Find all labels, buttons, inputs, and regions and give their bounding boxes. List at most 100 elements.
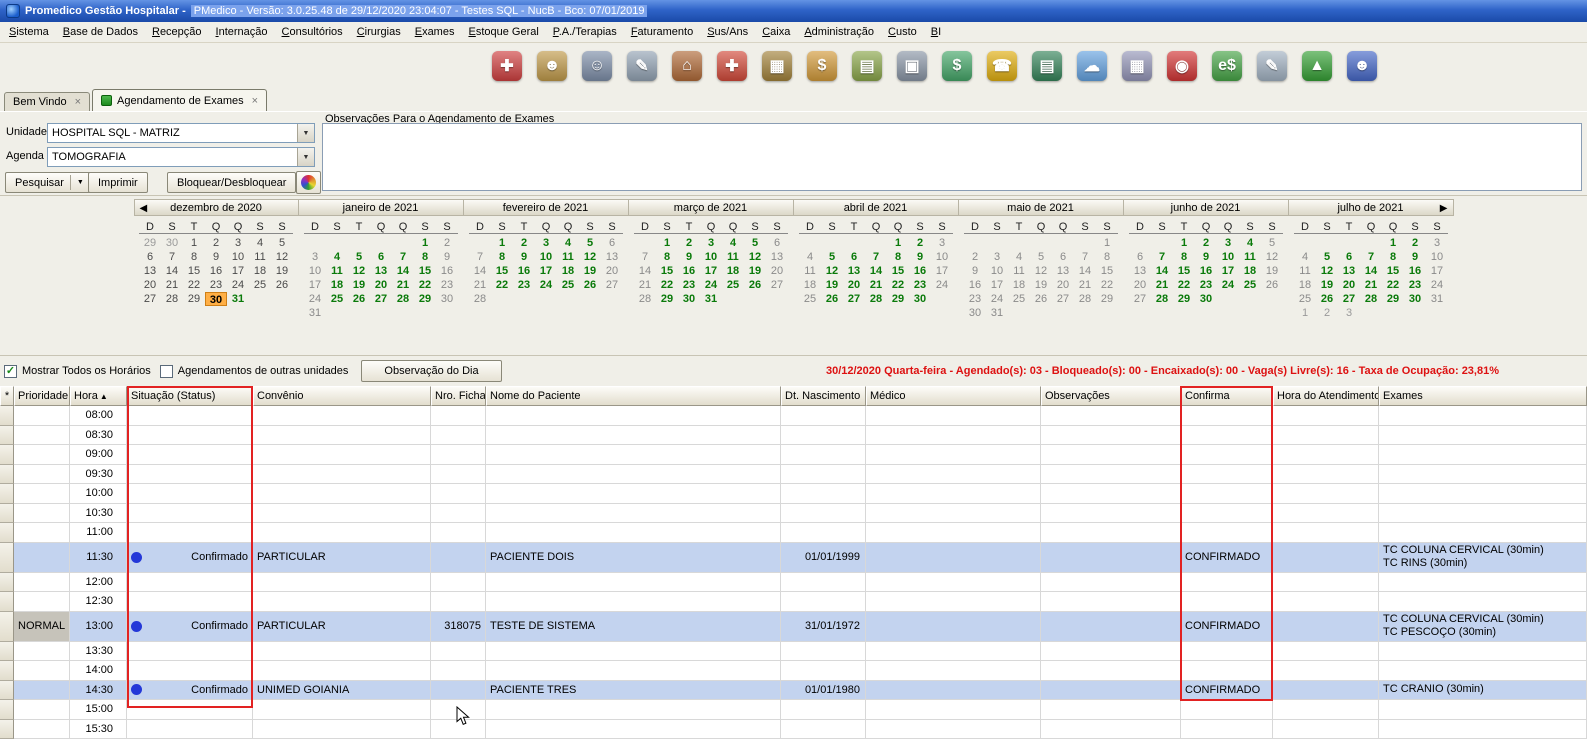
row-selector[interactable]	[0, 720, 14, 740]
calendar-day[interactable]: 4	[326, 250, 348, 264]
calendar-day[interactable]: 8	[183, 250, 205, 264]
calendar-day[interactable]: 21	[1360, 278, 1382, 292]
schedule-row-12-00[interactable]: 12:00	[0, 573, 1587, 593]
calendar-day[interactable]: 25	[722, 278, 744, 292]
cell-exames[interactable]	[1379, 592, 1587, 612]
column-header-observa-es[interactable]: Observações	[1041, 386, 1181, 406]
cell-paciente[interactable]	[486, 523, 781, 543]
calendar-day[interactable]: 23	[513, 278, 535, 292]
calendar-day[interactable]: 22	[491, 278, 513, 292]
calendar-day[interactable]: 7	[865, 250, 887, 264]
calendar-day[interactable]: 13	[1338, 264, 1360, 278]
calendar-day[interactable]: 31	[700, 292, 722, 306]
cell-situacao[interactable]: Confirmado	[127, 681, 253, 701]
calendar-day[interactable]: 28	[1360, 292, 1382, 306]
calendar-day[interactable]: 18	[249, 264, 271, 278]
cell-confirma[interactable]	[1181, 661, 1273, 681]
other-units-checkbox[interactable]: ✓	[160, 365, 173, 378]
calendar-day[interactable]: 20	[1052, 278, 1074, 292]
user-icon[interactable]: ☻	[1347, 51, 1377, 81]
calendar-day[interactable]: 21	[634, 278, 656, 292]
calendar-day[interactable]: 18	[1239, 264, 1261, 278]
pesquisar-dropdown-arrow-icon[interactable]: ▼	[77, 179, 84, 186]
cell-hora-atendimento[interactable]	[1273, 700, 1379, 720]
calendar-day[interactable]: 30	[1404, 292, 1426, 306]
calendar-day[interactable]: 24	[700, 278, 722, 292]
cell-paciente[interactable]	[486, 406, 781, 426]
calendar-day[interactable]: 8	[1173, 250, 1195, 264]
calendar-day[interactable]: 27	[370, 292, 392, 306]
calendar-day[interactable]: 12	[579, 250, 601, 264]
row-selector[interactable]	[0, 661, 14, 681]
calendar-day[interactable]: 28	[634, 292, 656, 306]
calendar-day[interactable]: 10	[700, 250, 722, 264]
cell-nascimento[interactable]	[781, 523, 866, 543]
title-bar[interactable]: Promedico Gestão Hospitalar - PMedico - …	[0, 0, 1587, 22]
calendar-day[interactable]: 14	[1074, 264, 1096, 278]
calendar-day[interactable]: 4	[722, 236, 744, 250]
bed-icon[interactable]: ⌂	[672, 51, 702, 81]
column-header-nome-do-paciente[interactable]: Nome do Paciente	[486, 386, 781, 406]
calendar-day[interactable]: 5	[271, 236, 293, 250]
cell-hora-atendimento[interactable]	[1273, 426, 1379, 446]
calendar-day[interactable]: 21	[161, 278, 183, 292]
calendar-day[interactable]: 2	[1404, 236, 1426, 250]
cell-prioridade[interactable]	[14, 406, 70, 426]
cell-paciente[interactable]	[486, 465, 781, 485]
calendar-day[interactable]: 2	[1195, 236, 1217, 250]
cell-exames[interactable]	[1379, 445, 1587, 465]
cell-ficha[interactable]	[431, 642, 486, 662]
calendar-day[interactable]: 3	[304, 250, 326, 264]
einvoice-icon[interactable]: e$	[1212, 51, 1242, 81]
calendar-day[interactable]: 24	[986, 292, 1008, 306]
calendar-day[interactable]: 30	[678, 292, 700, 306]
cell-nascimento[interactable]	[781, 592, 866, 612]
calendar-day[interactable]: 23	[436, 278, 458, 292]
calendar-day[interactable]: 12	[744, 250, 766, 264]
calendar-day[interactable]: 20	[601, 264, 623, 278]
calendar-day[interactable]: 4	[1294, 250, 1316, 264]
cell-situacao[interactable]	[127, 661, 253, 681]
calendar-day[interactable]: 10	[931, 250, 953, 264]
cell-paciente[interactable]	[486, 504, 781, 524]
calendar-day[interactable]: 3	[700, 236, 722, 250]
schedule-row-14-30[interactable]: 14:30ConfirmadoUNIMED GOIANIA PACIENTE TR…	[0, 681, 1587, 701]
cell-convenio[interactable]: UNIMED GOIANIA	[253, 681, 431, 701]
schedule-row-11-00[interactable]: 11:00	[0, 523, 1587, 543]
calendar-day[interactable]: 29	[656, 292, 678, 306]
calendar-day[interactable]: 25	[1008, 292, 1030, 306]
cell-nascimento[interactable]	[781, 465, 866, 485]
calendar-day[interactable]: 16	[964, 278, 986, 292]
calendar-day[interactable]: 28	[161, 292, 183, 306]
column-header-exames[interactable]: Exames	[1379, 386, 1587, 406]
tab-bem-vindo[interactable]: Bem Vindo×	[4, 92, 90, 111]
calendar-day[interactable]: 14	[161, 264, 183, 278]
calendar-day[interactable]: 16	[909, 264, 931, 278]
cell-paciente[interactable]: PACIENTE TRES	[486, 681, 781, 701]
calendar-day[interactable]: 5	[1261, 236, 1283, 250]
calendar-day[interactable]: 22	[1382, 278, 1404, 292]
calendar-day[interactable]: 4	[557, 236, 579, 250]
cell-ficha[interactable]	[431, 484, 486, 504]
calendar-day[interactable]: 15	[1096, 264, 1118, 278]
calendar-day[interactable]: 23	[909, 278, 931, 292]
schedule-row-09-30[interactable]: 09:30	[0, 465, 1587, 485]
calendar-day[interactable]: 14	[634, 264, 656, 278]
calendar-day[interactable]: 20	[766, 264, 788, 278]
calendar-day[interactable]: 26	[821, 292, 843, 306]
calendar-day[interactable]: 5	[1316, 250, 1338, 264]
cell-hora[interactable]: 14:30	[70, 681, 127, 701]
calendar-day[interactable]: 15	[656, 264, 678, 278]
cell-hora[interactable]: 12:30	[70, 592, 127, 612]
imprimir-button[interactable]: Imprimir	[88, 172, 148, 193]
calendar-day[interactable]: 6	[601, 236, 623, 250]
cell-ficha[interactable]	[431, 681, 486, 701]
calendar-day[interactable]: 25	[1239, 278, 1261, 292]
cell-situacao[interactable]	[127, 642, 253, 662]
cell-paciente[interactable]	[486, 445, 781, 465]
calendar-day[interactable]: 2	[436, 236, 458, 250]
calendar-day[interactable]: 28	[1074, 292, 1096, 306]
calendar-day[interactable]: 19	[348, 278, 370, 292]
calendar-day[interactable]: 7	[1151, 250, 1173, 264]
calendar-day[interactable]: 4	[249, 236, 271, 250]
